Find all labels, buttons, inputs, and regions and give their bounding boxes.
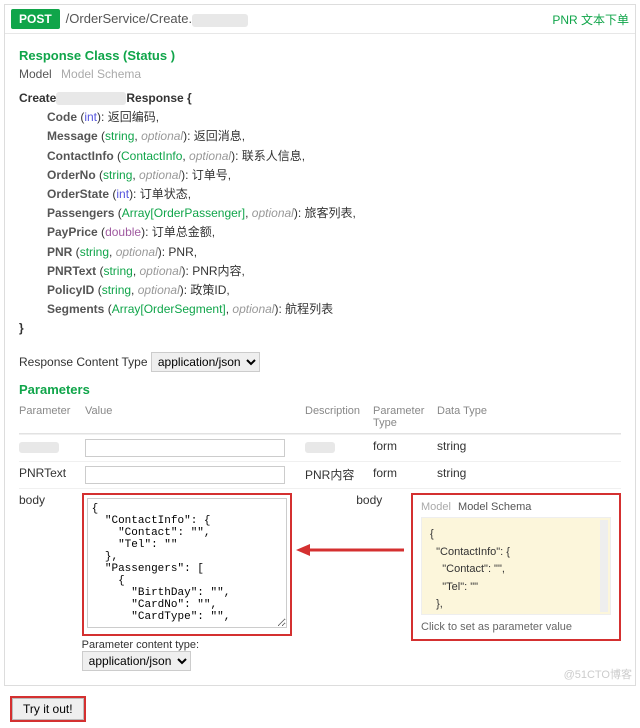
- param-input-pnrtext[interactable]: [85, 466, 285, 484]
- model-field: Segments (Array[OrderSegment], optional)…: [33, 300, 621, 319]
- table-row: form string: [19, 434, 621, 461]
- model-schema-json[interactable]: { "ContactInfo": { "Contact": "", "Tel":…: [421, 517, 611, 615]
- redacted-segment: [192, 14, 248, 27]
- redacted-param-name: [19, 442, 59, 453]
- table-row-body: body Parameter content type: application…: [19, 488, 621, 675]
- highlight-datatype-panel: Model Model Schema { "ContactInfo": { "C…: [411, 493, 621, 641]
- model-field: Code (int): 返回编码,: [33, 108, 621, 127]
- response-content-type-label: Response Content Type: [19, 355, 148, 369]
- endpoint-path-text: /OrderService/Create.: [66, 11, 192, 26]
- watermark: @51CTO博客: [564, 666, 632, 682]
- try-it-out-button[interactable]: Try it out!: [12, 698, 84, 720]
- param-datatype: string: [437, 439, 621, 453]
- param-textarea-body[interactable]: [87, 498, 287, 628]
- response-content-type-select[interactable]: application/json: [151, 352, 260, 372]
- model-field: PolicyID (string, optional): 政策ID,: [33, 281, 621, 300]
- tab-model[interactable]: Model: [19, 67, 52, 81]
- model-field: Passengers (Array[OrderPassenger], optio…: [33, 204, 621, 223]
- model-field: PNR (string, optional): PNR,: [33, 243, 621, 262]
- highlight-try-button: Try it out!: [10, 696, 86, 722]
- param-type: form: [373, 466, 437, 480]
- model-field: PNRText (string, optional): PNR内容,: [33, 262, 621, 281]
- param-type: form: [373, 439, 437, 453]
- param-input-1[interactable]: [85, 439, 285, 457]
- parameters-header-row: Parameter Value Description Parameter Ty…: [19, 401, 621, 434]
- response-class-heading: Response Class (Status ): [19, 48, 621, 63]
- param-name-pnrtext: PNRText: [19, 466, 85, 480]
- model-field: OrderState (int): 订单状态,: [33, 185, 621, 204]
- model-field: OrderNo (string, optional): 订单号,: [33, 166, 621, 185]
- tab-model-schema-small[interactable]: Model Schema: [458, 501, 531, 513]
- redacted-desc: [305, 442, 335, 453]
- schema-hint[interactable]: Click to set as parameter value: [421, 621, 611, 633]
- tab-model-schema[interactable]: Model Schema: [61, 67, 141, 81]
- http-method-badge: POST: [11, 9, 60, 29]
- param-content-type-select[interactable]: application/json: [82, 651, 191, 671]
- parameters-heading: Parameters: [19, 382, 621, 397]
- response-model: CreateResponse { Code (int): 返回编码,Messag…: [19, 89, 621, 338]
- scrollbar[interactable]: [600, 520, 608, 612]
- table-row: PNRText PNR内容 form string: [19, 461, 621, 488]
- model-sig: CreateResponse {: [19, 89, 621, 108]
- annotation-arrow: [296, 540, 406, 560]
- operation-summary: PNR 文本下单: [552, 11, 629, 28]
- param-desc: PNR内容: [305, 466, 373, 483]
- model-field: Message (string, optional): 返回消息,: [33, 127, 621, 146]
- param-name-body: body: [19, 493, 82, 507]
- param-datatype: string: [437, 466, 621, 480]
- model-field: PayPrice (double): 订单总金额,: [33, 223, 621, 242]
- highlight-body-value: [82, 493, 292, 636]
- param-type: body: [356, 493, 417, 507]
- model-field: ContactInfo (ContactInfo, optional): 联系人…: [33, 147, 621, 166]
- param-content-type-label: Parameter content type:: [82, 639, 292, 651]
- tab-model-small[interactable]: Model: [421, 501, 451, 513]
- model-close: }: [19, 321, 24, 335]
- endpoint-path[interactable]: /OrderService/Create.: [66, 11, 248, 26]
